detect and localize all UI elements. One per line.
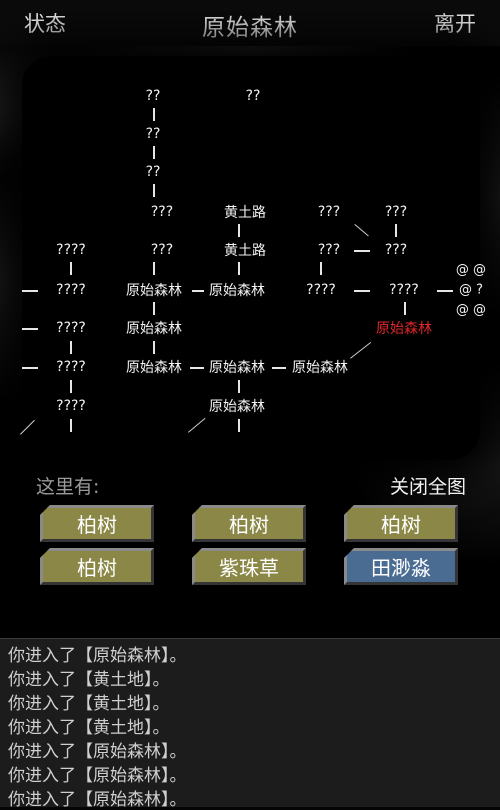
map-node-forest[interactable]: 原始森林 xyxy=(209,280,265,300)
map-connector xyxy=(272,367,286,369)
map-node-unknown[interactable]: ???? xyxy=(56,242,86,258)
item-button[interactable]: 柏树 xyxy=(40,505,154,542)
map-node-yellow-road[interactable]: 黄土路 xyxy=(224,240,266,260)
map-edge-mark: @ @ xyxy=(455,302,487,318)
map-connector xyxy=(22,290,38,292)
map-connector xyxy=(70,262,72,275)
map-connector xyxy=(238,380,240,393)
item-button[interactable]: 柏树 xyxy=(192,505,306,542)
map-node-unknown[interactable]: ???? xyxy=(56,320,86,336)
map-node-unknown[interactable]: ?? xyxy=(146,88,161,104)
map-edge-mark: @ @ xyxy=(455,262,487,278)
map-node-unknown[interactable]: ???? xyxy=(56,359,86,375)
map-edge-mark: @ ? xyxy=(458,282,484,298)
map-connector xyxy=(354,250,370,252)
map-connector xyxy=(70,380,72,393)
map-node-unknown[interactable]: ?? xyxy=(246,88,261,104)
map-connector xyxy=(153,108,155,121)
log-line: 你进入了【原始森林】。 xyxy=(8,766,187,786)
map-connector xyxy=(153,302,155,315)
log-line: 你进入了【原始森林】。 xyxy=(8,646,187,666)
map-node-unknown[interactable]: ???? xyxy=(306,282,336,298)
log-line: 你进入了【原始森林】。 xyxy=(8,742,187,762)
map-connector xyxy=(70,341,72,354)
map-node-unknown[interactable]: ??? xyxy=(151,204,173,220)
log-line: 你进入了【黄土地】。 xyxy=(8,694,170,714)
map-connector xyxy=(153,341,155,354)
map-connector xyxy=(238,262,240,275)
here-label: 这里有: xyxy=(36,476,100,498)
item-button[interactable]: 柏树 xyxy=(40,548,154,585)
message-log: 你进入了【原始森林】。 你进入了【黄土地】。 你进入了【黄土地】。 你进入了【黄… xyxy=(0,638,500,810)
map-connector xyxy=(395,224,397,237)
map-node-current[interactable]: 原始森林 xyxy=(376,318,432,338)
map-connector xyxy=(320,262,322,275)
item-button[interactable]: 柏树 xyxy=(344,505,458,542)
top-bar: 状态 原始森林 离开 xyxy=(0,0,500,47)
log-line: 你进入了【原始森林】。 xyxy=(8,790,187,810)
map-connector xyxy=(153,146,155,159)
map-connector xyxy=(70,419,72,432)
map-connector xyxy=(238,224,240,237)
map-node-unknown[interactable]: ??? xyxy=(385,242,407,258)
map-node-unknown[interactable]: ?? xyxy=(146,164,161,180)
item-button[interactable]: 紫珠草 xyxy=(192,548,306,585)
map-connector xyxy=(354,290,370,292)
map-node-forest[interactable]: 原始森林 xyxy=(292,357,348,377)
map-node-forest[interactable]: 原始森林 xyxy=(126,280,182,300)
map-connector xyxy=(22,328,38,330)
map-node-unknown[interactable]: ??? xyxy=(318,204,340,220)
map-node-forest[interactable]: 原始森林 xyxy=(209,357,265,377)
map-node-unknown[interactable]: ???? xyxy=(56,398,86,414)
map-node-unknown[interactable]: ???? xyxy=(56,282,86,298)
close-map-button[interactable]: 关闭全图 xyxy=(390,472,466,499)
map-connector xyxy=(153,262,155,275)
map-node-unknown[interactable]: ??? xyxy=(385,204,407,220)
map-connector xyxy=(238,419,240,432)
log-line: 你进入了【黄土地】。 xyxy=(8,670,170,690)
map-connector xyxy=(192,290,204,292)
map-node-unknown[interactable]: ?? xyxy=(146,126,161,142)
map-node-forest[interactable]: 原始森林 xyxy=(126,357,182,377)
leave-button[interactable]: 离开 xyxy=(434,8,476,38)
map-node-unknown[interactable]: ??? xyxy=(318,242,340,258)
map-connector xyxy=(404,302,406,315)
npc-button[interactable]: 田渺淼 xyxy=(344,548,458,585)
map-connector xyxy=(190,367,204,369)
location-title: 原始森林 xyxy=(202,15,298,41)
map-connector xyxy=(153,184,155,197)
map-node-unknown[interactable]: ??? xyxy=(151,242,173,258)
map-node-yellow-road[interactable]: 黄土路 xyxy=(224,202,266,222)
map-connector xyxy=(437,290,453,292)
log-line: 你进入了【黄土地】。 xyxy=(8,718,170,738)
map-node-forest[interactable]: 原始森林 xyxy=(126,318,182,338)
map-node-forest[interactable]: 原始森林 xyxy=(209,396,265,416)
map-node-unknown[interactable]: ???? xyxy=(389,282,419,298)
map-connector xyxy=(22,367,38,369)
